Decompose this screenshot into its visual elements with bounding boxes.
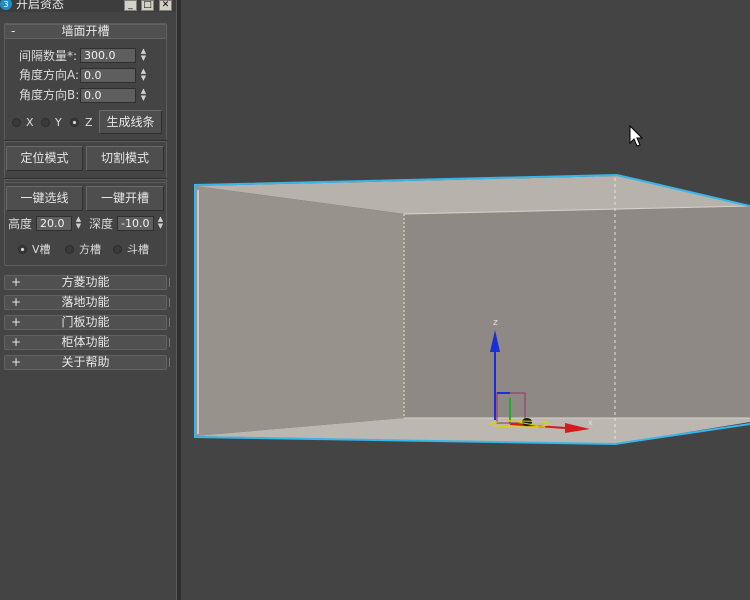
spacing-spinner[interactable]: ▲ ▼	[139, 48, 148, 63]
axis-x-label: X	[26, 116, 34, 129]
angle-b-label: 角度方向B:	[19, 88, 80, 102]
rollout-title: 关于帮助	[61, 355, 110, 369]
select-lines-button[interactable]: 一键选线	[6, 186, 83, 211]
axis-y-radio[interactable]	[41, 118, 50, 127]
close-button[interactable]: ✕	[159, 0, 172, 11]
open-slot-button[interactable]: 一键开槽	[86, 186, 164, 211]
divider	[4, 140, 167, 142]
spacing-label: 间隔数量*:	[19, 49, 78, 63]
slot-square-radio[interactable]	[65, 245, 74, 254]
depth-label: 深度	[89, 217, 114, 231]
wall-slot-title: 墙面开槽	[61, 24, 110, 38]
depth-field[interactable]: -10.0	[117, 216, 154, 231]
wall-slot-rollout-header[interactable]: - 墙面开槽	[4, 24, 167, 39]
title-bar: 3 开启资态 _ □ ✕	[0, 0, 176, 12]
svg-text:3: 3	[3, 0, 8, 9]
rollout-title: 门板功能	[61, 315, 110, 329]
axis-x-radio[interactable]	[12, 118, 21, 127]
command-panel: 3 开启资态 _ □ ✕ - 墙面开槽 间隔数量*: 300.0 ▲ ▼ 角度方向…	[0, 0, 176, 600]
rollout-diamond[interactable]: + 方菱功能	[4, 275, 170, 290]
mouse-pointer-icon	[629, 124, 644, 147]
rollout-end-tick	[166, 318, 170, 327]
rollout-end-tick	[166, 338, 170, 347]
axis-z-label: Z	[85, 116, 93, 129]
rollout-title: 方菱功能	[61, 275, 110, 289]
angle-b-field[interactable]: 0.0	[80, 88, 136, 103]
height-field[interactable]: 20.0	[36, 216, 72, 231]
angle-a-spinner[interactable]: ▲ ▼	[139, 68, 148, 83]
gizmo-z-label: z	[493, 318, 498, 328]
minimize-button[interactable]: _	[124, 0, 137, 11]
height-spinner[interactable]: ▲ ▼	[74, 216, 83, 231]
depth-spinner[interactable]: ▲ ▼	[156, 216, 165, 231]
gizmo-x-label: x	[588, 418, 593, 427]
locate-mode-button[interactable]: 定位模式	[6, 146, 83, 171]
window-title: 开启资态	[16, 0, 65, 11]
axis-z-radio[interactable]	[70, 118, 79, 127]
slot-bucket-radio[interactable]	[113, 245, 122, 254]
slot-bucket-label: 斗槽	[127, 243, 149, 256]
3ds-max-logo-icon: 3	[0, 0, 12, 10]
divider	[4, 178, 167, 180]
spacing-field[interactable]: 300.0	[80, 48, 136, 63]
rollout-end-tick	[166, 358, 170, 367]
maximize-button[interactable]: □	[141, 0, 154, 11]
angle-a-label: 角度方向A:	[19, 68, 80, 82]
rollout-floor[interactable]: + 落地功能	[4, 295, 170, 310]
axis-y-label: Y	[55, 116, 62, 129]
slot-v-radio[interactable]	[18, 245, 27, 254]
rollout-title: 落地功能	[61, 295, 110, 309]
angle-b-spinner[interactable]: ▲ ▼	[139, 88, 148, 103]
cut-mode-button[interactable]: 切割模式	[86, 146, 164, 171]
rollout-door-panel[interactable]: + 门板功能	[4, 315, 170, 330]
slot-v-label: V槽	[32, 243, 51, 256]
angle-a-field[interactable]: 0.0	[80, 68, 136, 83]
rollout-end-tick	[166, 278, 170, 287]
scene-canvas: z x	[194, 124, 750, 446]
generate-lines-button[interactable]: 生成线条	[99, 110, 162, 134]
box-left-face	[195, 186, 404, 436]
rollout-about-help[interactable]: + 关于帮助	[4, 355, 170, 370]
perspective-viewport[interactable]: z x	[181, 0, 750, 600]
height-label: 高度	[8, 217, 33, 231]
slot-square-label: 方槽	[79, 243, 101, 256]
box-back-face	[404, 206, 750, 418]
rollout-cabinet[interactable]: + 柜体功能	[4, 335, 170, 350]
rollout-end-tick	[166, 298, 170, 307]
rollout-title: 柜体功能	[61, 335, 110, 349]
